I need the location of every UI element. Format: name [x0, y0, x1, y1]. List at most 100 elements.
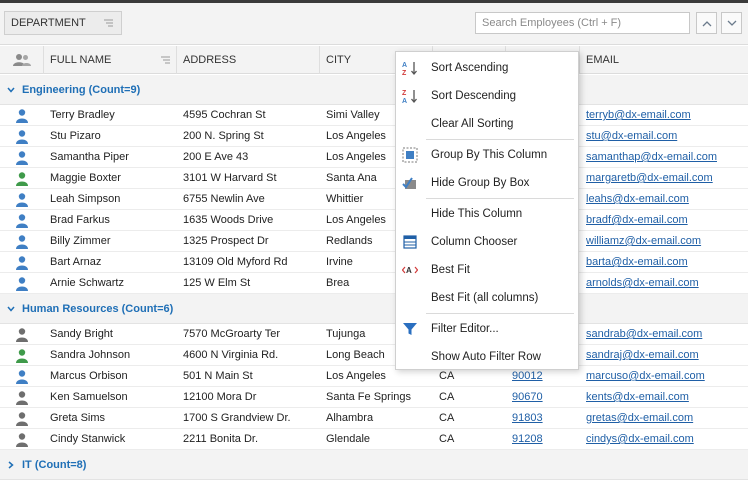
- cell-city[interactable]: Santa Fe Springs: [320, 387, 433, 408]
- menu-item-sort-ascending[interactable]: A Z Sort Ascending: [396, 54, 578, 82]
- group-expander[interactable]: [0, 87, 22, 93]
- cell-address[interactable]: 501 N Main St: [177, 366, 320, 387]
- chevron-down-icon[interactable]: [7, 87, 15, 93]
- cell-full-name[interactable]: Billy Zimmer: [44, 231, 177, 252]
- cell-email-link[interactable]: margaretb@dx-email.com: [580, 168, 748, 189]
- cell-address[interactable]: 1635 Woods Drive: [177, 210, 320, 231]
- cell-address[interactable]: 12100 Mora Dr: [177, 387, 320, 408]
- search-employees-input[interactable]: [475, 12, 690, 34]
- cell-full-name[interactable]: Maggie Boxter: [44, 168, 177, 189]
- menu-item-best-fit[interactable]: A Best Fit: [396, 256, 578, 284]
- cell-email-link[interactable]: barta@dx-email.com: [580, 252, 748, 273]
- cell-email-link[interactable]: stu@dx-email.com: [580, 126, 748, 147]
- cell-full-name[interactable]: Sandy Bright: [44, 324, 177, 345]
- cell-email-link[interactable]: bradf@dx-email.com: [580, 210, 748, 231]
- cell-full-name[interactable]: Arnie Schwartz: [44, 273, 177, 294]
- cell-full-name[interactable]: Samantha Piper: [44, 147, 177, 168]
- group-expander[interactable]: [0, 306, 22, 312]
- table-row[interactable]: Marcus Orbison 501 N Main St Los Angeles CA…: [0, 366, 748, 387]
- cell-address[interactable]: 6755 Newlin Ave: [177, 189, 320, 210]
- table-row[interactable]: Maggie Boxter 3101 W Harvard St Santa Ana m…: [0, 168, 748, 189]
- cell-email-link[interactable]: arnolds@dx-email.com: [580, 273, 748, 294]
- menu-item-clear-all-sorting[interactable]: Clear All Sorting: [396, 110, 578, 138]
- table-row[interactable]: Sandy Bright 7570 McGroarty Ter Tujunga san…: [0, 324, 748, 345]
- cell-email-link[interactable]: sandrab@dx-email.com: [580, 324, 748, 345]
- table-row[interactable]: Ken Samuelson 12100 Mora Dr Santa Fe Sprin…: [0, 387, 748, 408]
- cell-address[interactable]: 3101 W Harvard St: [177, 168, 320, 189]
- chevron-right-icon[interactable]: [8, 460, 14, 469]
- menu-item-hide-group-by-box[interactable]: Hide Group By Box: [396, 169, 578, 197]
- table-row[interactable]: Leah Simpson 6755 Newlin Ave Whittier leahs…: [0, 189, 748, 210]
- column-filter-icon[interactable]: [104, 18, 114, 28]
- menu-item-hide-this-column[interactable]: Hide This Column: [396, 200, 578, 228]
- cell-full-name[interactable]: Ken Samuelson: [44, 387, 177, 408]
- table-row[interactable]: Sandra Johnson 4600 N Virginia Rd. Long Be…: [0, 345, 748, 366]
- search-next-button[interactable]: [721, 12, 742, 34]
- cell-address[interactable]: 13109 Old Myford Rd: [177, 252, 320, 273]
- cell-city[interactable]: Glendale: [320, 429, 433, 450]
- cell-state[interactable]: CA: [433, 387, 506, 408]
- cell-email-link[interactable]: samanthap@dx-email.com: [580, 147, 748, 168]
- menu-item-best-fit-all[interactable]: Best Fit (all columns): [396, 284, 578, 312]
- table-row[interactable]: Arnie Schwartz 125 W Elm St Brea arnolds@dx…: [0, 273, 748, 294]
- cell-full-name[interactable]: Greta Sims: [44, 408, 177, 429]
- table-row[interactable]: Stu Pizaro 200 N. Spring St Los Angeles stu…: [0, 126, 748, 147]
- cell-email-link[interactable]: kents@dx-email.com: [580, 387, 748, 408]
- menu-item-group-by-this-column[interactable]: Group By This Column: [396, 141, 578, 169]
- search-previous-button[interactable]: [696, 12, 717, 34]
- header-full-name[interactable]: FULL NAME: [44, 46, 177, 74]
- group-row[interactable]: Engineering (Count=9): [0, 75, 748, 105]
- cell-zip-link[interactable]: 90670: [506, 387, 580, 408]
- cell-address[interactable]: 1700 S Grandview Dr.: [177, 408, 320, 429]
- cell-email-link[interactable]: williamz@dx-email.com: [580, 231, 748, 252]
- menu-item-label: Filter Editor...: [431, 323, 499, 335]
- cell-state[interactable]: CA: [433, 429, 506, 450]
- cell-zip-link[interactable]: 91803: [506, 408, 580, 429]
- menu-item-column-chooser[interactable]: Column Chooser: [396, 228, 578, 256]
- cell-email-link[interactable]: cindys@dx-email.com: [580, 429, 748, 450]
- table-row[interactable]: Brad Farkus 1635 Woods Drive Los Angeles br…: [0, 210, 748, 231]
- cell-state[interactable]: CA: [433, 408, 506, 429]
- menu-item-show-auto-filter-row[interactable]: Show Auto Filter Row: [396, 343, 578, 371]
- cell-full-name[interactable]: Bart Arnaz: [44, 252, 177, 273]
- table-row[interactable]: Greta Sims 1700 S Grandview Dr. Alhambra CA…: [0, 408, 748, 429]
- cell-address[interactable]: 4600 N Virginia Rd.: [177, 345, 320, 366]
- table-row[interactable]: Cindy Stanwick 2211 Bonita Dr. Glendale CA 9…: [0, 429, 748, 450]
- group-row[interactable]: Human Resources (Count=6): [0, 294, 748, 324]
- group-by-department-chip[interactable]: DEPARTMENT: [4, 11, 122, 35]
- table-row[interactable]: Terry Bradley 4595 Cochran St Simi Valley t…: [0, 105, 748, 126]
- cell-full-name[interactable]: Brad Farkus: [44, 210, 177, 231]
- cell-full-name[interactable]: Terry Bradley: [44, 105, 177, 126]
- table-row[interactable]: Billy Zimmer 1325 Prospect Dr Redlands will…: [0, 231, 748, 252]
- group-expander[interactable]: [0, 460, 22, 469]
- cell-full-name[interactable]: Marcus Orbison: [44, 366, 177, 387]
- header-people-column[interactable]: [0, 46, 44, 74]
- cell-email-link[interactable]: terryb@dx-email.com: [580, 105, 748, 126]
- cell-address[interactable]: 4595 Cochran St: [177, 105, 320, 126]
- table-row[interactable]: Samantha Piper 200 E Ave 43 Los Angeles sam…: [0, 147, 748, 168]
- column-filter-icon[interactable]: [161, 56, 170, 64]
- table-row[interactable]: Bart Arnaz 13109 Old Myford Rd Irvine barta…: [0, 252, 748, 273]
- cell-email-link[interactable]: gretas@dx-email.com: [580, 408, 748, 429]
- cell-email-link[interactable]: sandraj@dx-email.com: [580, 345, 748, 366]
- cell-full-name[interactable]: Cindy Stanwick: [44, 429, 177, 450]
- chevron-down-icon[interactable]: [7, 306, 15, 312]
- cell-full-name[interactable]: Leah Simpson: [44, 189, 177, 210]
- cell-email-link[interactable]: marcuso@dx-email.com: [580, 366, 748, 387]
- cell-address[interactable]: 200 E Ave 43: [177, 147, 320, 168]
- cell-city[interactable]: Alhambra: [320, 408, 433, 429]
- menu-item-sort-descending[interactable]: Z A Sort Descending: [396, 82, 578, 110]
- cell-address[interactable]: 200 N. Spring St: [177, 126, 320, 147]
- header-address[interactable]: ADDRESS: [177, 46, 320, 74]
- cell-zip-link[interactable]: 91208: [506, 429, 580, 450]
- menu-item-filter-editor[interactable]: Filter Editor...: [396, 315, 578, 343]
- cell-full-name[interactable]: Stu Pizaro: [44, 126, 177, 147]
- group-row[interactable]: IT (Count=8): [0, 450, 748, 480]
- cell-address[interactable]: 7570 McGroarty Ter: [177, 324, 320, 345]
- cell-email-link[interactable]: leahs@dx-email.com: [580, 189, 748, 210]
- cell-address[interactable]: 125 W Elm St: [177, 273, 320, 294]
- cell-address[interactable]: 2211 Bonita Dr.: [177, 429, 320, 450]
- cell-address[interactable]: 1325 Prospect Dr: [177, 231, 320, 252]
- header-email[interactable]: EMAIL: [580, 46, 748, 74]
- cell-full-name[interactable]: Sandra Johnson: [44, 345, 177, 366]
